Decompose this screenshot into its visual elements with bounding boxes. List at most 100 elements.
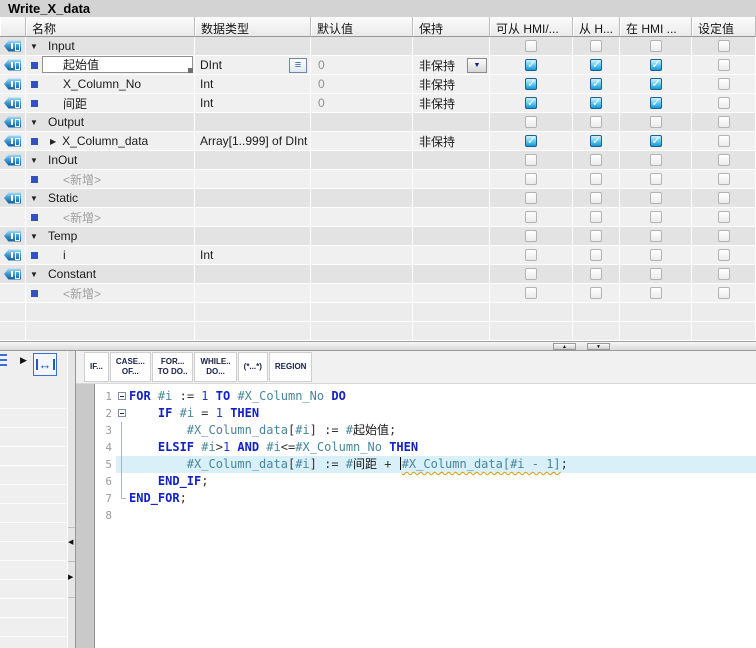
column-header[interactable]: 名称 (26, 17, 195, 37)
table-cell[interactable] (620, 94, 692, 113)
table-cell[interactable] (692, 322, 756, 341)
table-cell[interactable] (490, 208, 573, 227)
table-cell[interactable] (311, 132, 413, 151)
table-cell[interactable] (0, 284, 26, 303)
table-cell[interactable] (26, 322, 195, 341)
table-cell[interactable]: 非保持 (413, 94, 490, 113)
table-cell[interactable]: 非保持 (413, 132, 490, 151)
table-cell[interactable] (573, 322, 620, 341)
row-name[interactable]: ▶X_Column_data (42, 134, 148, 148)
table-cell[interactable] (620, 37, 692, 56)
table-cell[interactable]: <新增> (26, 170, 195, 189)
table-cell[interactable]: DInt≡ (195, 56, 311, 75)
hmi-writable-checkbox[interactable] (590, 268, 602, 280)
table-cell[interactable] (692, 246, 756, 265)
default-value[interactable]: 0 (318, 96, 325, 110)
vertical-splitter[interactable]: ◀ ▶ (67, 351, 76, 648)
table-cell[interactable]: 间距 (26, 94, 195, 113)
row-name[interactable]: Temp (42, 229, 77, 243)
table-cell[interactable] (195, 265, 311, 284)
table-cell[interactable]: Int (195, 94, 311, 113)
table-cell[interactable] (490, 170, 573, 189)
table-cell[interactable] (490, 284, 573, 303)
table-cell[interactable] (490, 246, 573, 265)
table-cell[interactable] (413, 151, 490, 170)
table-cell[interactable] (620, 170, 692, 189)
hmi-writable-checkbox[interactable] (590, 116, 602, 128)
table-cell[interactable] (573, 265, 620, 284)
table-cell[interactable]: 0 (311, 56, 413, 75)
code-line[interactable]: 8 (95, 507, 756, 524)
row-name[interactable]: 间距 (42, 95, 87, 112)
hmi-writable-checkbox[interactable] (590, 192, 602, 204)
table-cell[interactable] (0, 170, 26, 189)
snippet-button[interactable]: FOR...TO DO.. (152, 352, 194, 382)
row-name[interactable]: X_Column_No (42, 77, 141, 91)
table-cell[interactable] (413, 303, 490, 322)
table-cell[interactable] (413, 265, 490, 284)
collapse-triangle-icon[interactable]: ▼ (26, 156, 42, 165)
table-cell[interactable] (195, 303, 311, 322)
table-cell[interactable] (620, 265, 692, 284)
table-cell[interactable]: i (26, 246, 195, 265)
hmi-writable-checkbox[interactable] (590, 154, 602, 166)
table-cell[interactable] (490, 94, 573, 113)
setpoint-checkbox[interactable] (718, 230, 730, 242)
fold-gutter[interactable] (116, 388, 129, 405)
hmi-visible-checkbox[interactable] (650, 249, 662, 261)
hmi-visible-checkbox[interactable] (650, 192, 662, 204)
table-cell[interactable]: Int (195, 75, 311, 94)
table-cell[interactable] (0, 56, 26, 75)
table-cell[interactable] (0, 151, 26, 170)
data-type-value[interactable]: Int (200, 77, 213, 91)
default-value[interactable]: 0 (318, 77, 325, 91)
table-cell[interactable] (195, 113, 311, 132)
table-cell[interactable] (573, 94, 620, 113)
table-cell[interactable]: Int (195, 246, 311, 265)
snippet-button[interactable]: WHILE..DO... (194, 352, 236, 382)
table-cell[interactable] (620, 132, 692, 151)
column-header[interactable]: 在 HMI ... (620, 17, 692, 37)
code-area[interactable]: 1FOR #i := 1 TO #X_Column_No DO2 IF #i =… (95, 384, 756, 648)
hmi-writable-checkbox[interactable] (590, 211, 602, 223)
setpoint-checkbox[interactable] (718, 249, 730, 261)
column-header[interactable]: 保持 (413, 17, 490, 37)
splitter-down-button[interactable]: ▼ (587, 343, 610, 350)
code-line[interactable]: 7END_FOR; (95, 490, 756, 507)
table-cell[interactable] (620, 75, 692, 94)
setpoint-checkbox[interactable] (718, 268, 730, 280)
hmi-accessible-checkbox[interactable] (525, 173, 537, 185)
hmi-visible-checkbox[interactable] (650, 211, 662, 223)
table-cell[interactable] (195, 322, 311, 341)
hmi-visible-checkbox[interactable] (650, 59, 662, 71)
table-cell[interactable] (490, 227, 573, 246)
table-cell[interactable] (692, 227, 756, 246)
code-line[interactable]: 2 IF #i = 1 THEN (95, 405, 756, 422)
hmi-accessible-checkbox[interactable] (525, 40, 537, 52)
table-cell[interactable] (311, 246, 413, 265)
table-cell[interactable] (573, 208, 620, 227)
table-cell[interactable] (573, 75, 620, 94)
setpoint-checkbox[interactable] (718, 192, 730, 204)
table-cell[interactable] (195, 227, 311, 246)
table-empty-row[interactable] (0, 322, 756, 341)
hmi-accessible-checkbox[interactable] (525, 154, 537, 166)
fold-gutter[interactable] (116, 405, 129, 422)
row-name[interactable]: Output (42, 115, 84, 129)
hmi-accessible-checkbox[interactable] (525, 230, 537, 242)
table-cell[interactable] (490, 132, 573, 151)
row-name[interactable]: InOut (42, 153, 77, 167)
table-row[interactable]: 起始值DInt≡0非保持▼ (0, 56, 756, 75)
code-line[interactable]: 4 ELSIF #i>1 AND #i<=#X_Column_No THEN (95, 439, 756, 456)
table-cell[interactable] (413, 170, 490, 189)
table-cell[interactable] (413, 284, 490, 303)
row-name[interactable]: <新增> (42, 285, 101, 302)
table-cell[interactable] (0, 132, 26, 151)
table-cell[interactable] (0, 227, 26, 246)
hmi-visible-checkbox[interactable] (650, 154, 662, 166)
table-cell[interactable] (0, 113, 26, 132)
hmi-writable-checkbox[interactable] (590, 78, 602, 90)
table-cell[interactable]: Array[1..999] of DInt (195, 132, 311, 151)
table-cell[interactable] (620, 113, 692, 132)
setpoint-checkbox[interactable] (718, 97, 730, 109)
